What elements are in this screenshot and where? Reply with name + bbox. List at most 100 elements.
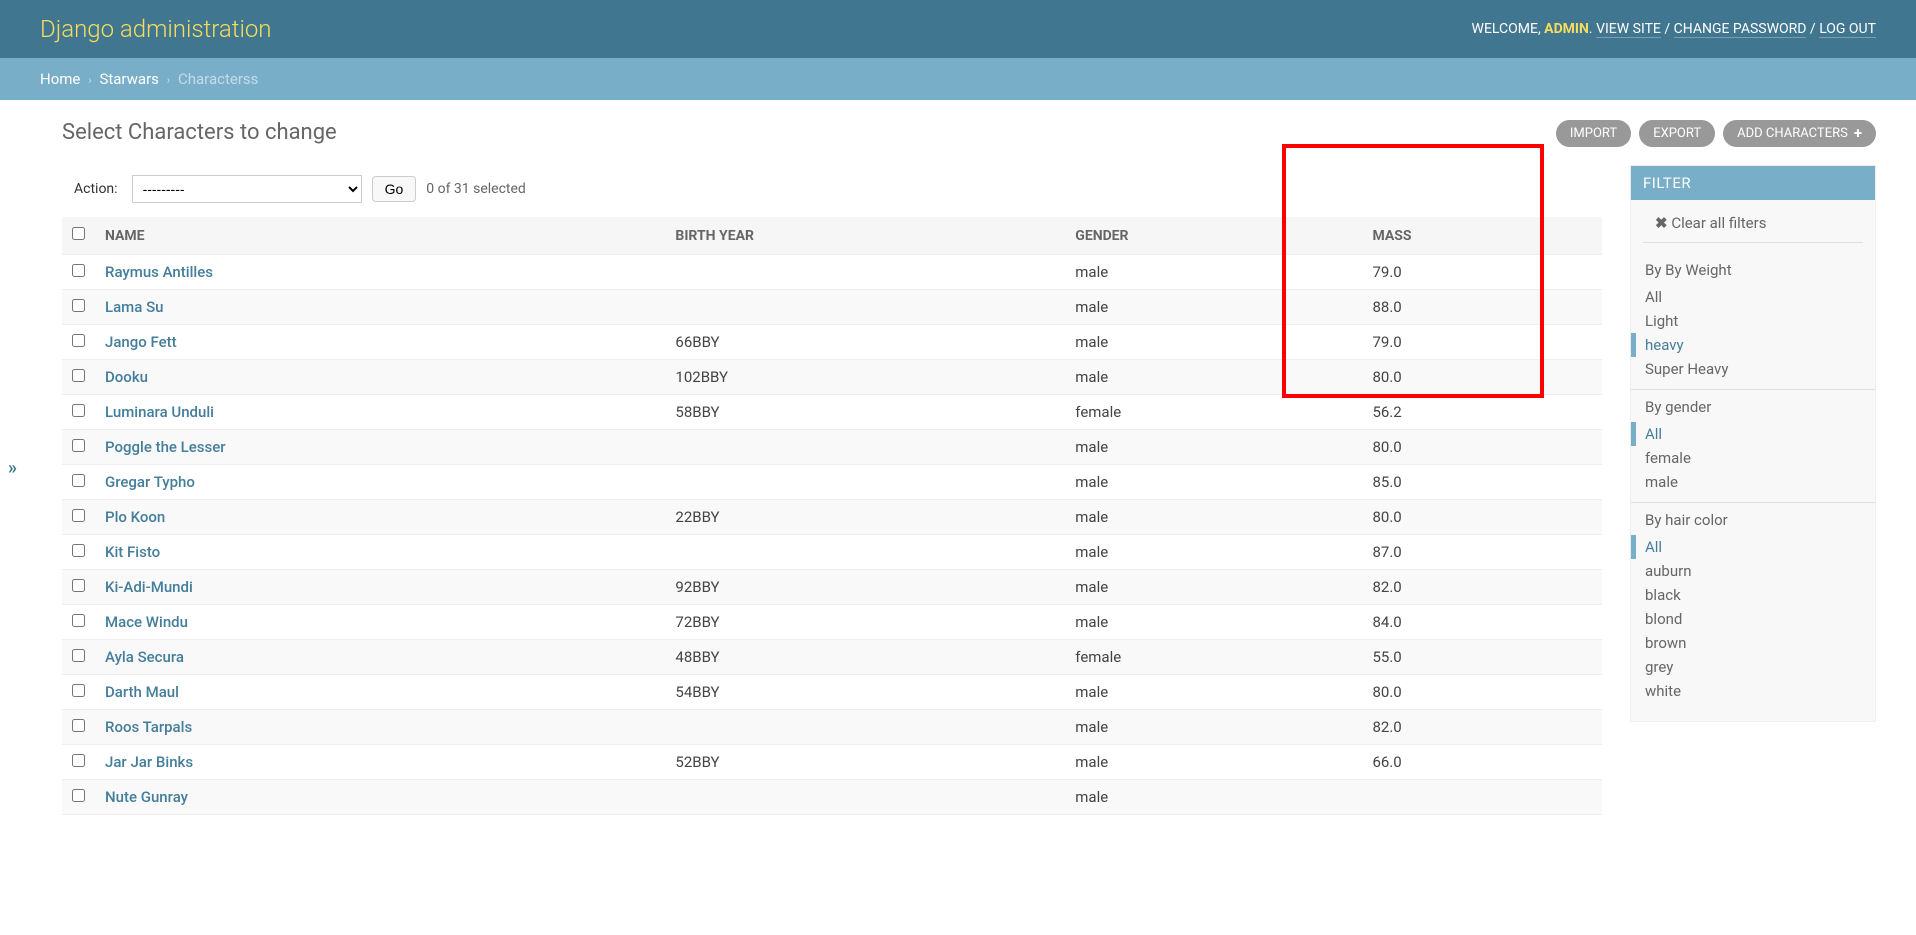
username: ADMIN: [1544, 21, 1589, 37]
object-link[interactable]: Roos Tarpals: [105, 718, 192, 736]
filter-option-link[interactable]: auburn: [1645, 561, 1861, 581]
object-link[interactable]: Ki-Adi-Mundi: [105, 578, 193, 596]
row-checkbox[interactable]: [72, 754, 85, 767]
cell-birth-year: [665, 255, 1065, 290]
cell-mass: 66.0: [1362, 745, 1602, 780]
filter-option: All: [1631, 535, 1875, 559]
table-row: Lama Sumale88.0: [62, 290, 1602, 325]
object-link[interactable]: Mace Windu: [105, 613, 188, 631]
cell-birth-year: [665, 465, 1065, 500]
object-link[interactable]: Ayla Secura: [105, 648, 184, 666]
breadcrumb-app[interactable]: Starwars: [99, 70, 158, 88]
column-mass[interactable]: MASS: [1362, 217, 1602, 255]
action-select[interactable]: ---------: [132, 175, 362, 203]
object-link[interactable]: Poggle the Lesser: [105, 438, 226, 456]
filter-option-link[interactable]: All: [1645, 287, 1861, 307]
cell-gender: male: [1065, 325, 1362, 360]
row-checkbox[interactable]: [72, 299, 85, 312]
table-row: Darth Maul54BBYmale80.0: [62, 675, 1602, 710]
sidebar-toggle-icon[interactable]: »: [8, 457, 17, 478]
filter-option: brown: [1631, 631, 1875, 655]
view-site-link[interactable]: VIEW SITE: [1596, 21, 1661, 38]
object-link[interactable]: Nute Gunray: [105, 788, 188, 806]
change-password-link[interactable]: CHANGE PASSWORD: [1674, 21, 1807, 38]
cell-mass: 82.0: [1362, 710, 1602, 745]
row-checkbox[interactable]: [72, 544, 85, 557]
object-link[interactable]: Raymus Antilles: [105, 263, 213, 281]
cell-gender: female: [1065, 640, 1362, 675]
filter-option-link[interactable]: heavy: [1645, 335, 1861, 355]
cell-mass: 87.0: [1362, 535, 1602, 570]
table-row: Jango Fett66BBYmale79.0: [62, 325, 1602, 360]
filter-option-link[interactable]: white: [1645, 681, 1861, 701]
clear-filters-link[interactable]: ✖ Clear all filters: [1643, 210, 1863, 243]
header-bar: Django administration WELCOME, ADMIN. VI…: [0, 0, 1916, 58]
filter-group-list: All auburn black blond brown grey white: [1631, 535, 1875, 703]
breadcrumb: Home › Starwars › Characterss: [0, 58, 1916, 100]
row-checkbox[interactable]: [72, 719, 85, 732]
filter-group-label: By gender: [1631, 389, 1875, 422]
row-checkbox[interactable]: [72, 264, 85, 277]
row-checkbox[interactable]: [72, 684, 85, 697]
object-link[interactable]: Dooku: [105, 368, 148, 386]
actions-bar: Action: --------- Go 0 of 31 selected: [62, 165, 1602, 217]
filter-option-link[interactable]: Light: [1645, 311, 1861, 331]
cell-mass: 80.0: [1362, 675, 1602, 710]
column-name[interactable]: NAME: [95, 217, 665, 255]
filter-option-link[interactable]: Super Heavy: [1645, 359, 1861, 379]
filter-option-link[interactable]: grey: [1645, 657, 1861, 677]
row-checkbox[interactable]: [72, 334, 85, 347]
logout-link[interactable]: LOG OUT: [1819, 21, 1876, 38]
filter-option: All: [1631, 422, 1875, 446]
select-all-checkbox[interactable]: [72, 227, 85, 240]
filter-title: FILTER: [1631, 166, 1875, 200]
export-button[interactable]: EXPORT: [1639, 120, 1715, 147]
cell-mass: 79.0: [1362, 325, 1602, 360]
row-checkbox[interactable]: [72, 649, 85, 662]
column-birth-year[interactable]: BIRTH YEAR: [665, 217, 1065, 255]
row-checkbox[interactable]: [72, 369, 85, 382]
object-link[interactable]: Gregar Typho: [105, 473, 195, 491]
row-checkbox[interactable]: [72, 474, 85, 487]
add-button[interactable]: ADD CHARACTERS +: [1723, 120, 1876, 147]
object-link[interactable]: Jango Fett: [105, 333, 177, 351]
welcome-text: WELCOME,: [1472, 21, 1545, 37]
cell-mass: [1362, 780, 1602, 815]
column-gender[interactable]: GENDER: [1065, 217, 1362, 255]
row-checkbox[interactable]: [72, 404, 85, 417]
table-row: Mace Windu72BBYmale84.0: [62, 605, 1602, 640]
row-checkbox[interactable]: [72, 509, 85, 522]
object-link[interactable]: Luminara Unduli: [105, 403, 214, 421]
breadcrumb-home[interactable]: Home: [40, 70, 80, 88]
object-link[interactable]: Kit Fisto: [105, 543, 160, 561]
object-link[interactable]: Jar Jar Binks: [105, 753, 193, 771]
filter-option-link[interactable]: black: [1645, 585, 1861, 605]
row-checkbox[interactable]: [72, 579, 85, 592]
go-button[interactable]: Go: [372, 176, 417, 202]
filter-option-link[interactable]: male: [1645, 472, 1861, 492]
cell-mass: 84.0: [1362, 605, 1602, 640]
filter-option-link[interactable]: brown: [1645, 633, 1861, 653]
filter-option-link[interactable]: female: [1645, 448, 1861, 468]
import-button[interactable]: IMPORT: [1556, 120, 1631, 147]
cell-birth-year: 72BBY: [665, 605, 1065, 640]
filter-option-link[interactable]: blond: [1645, 609, 1861, 629]
breadcrumb-sep: ›: [88, 73, 92, 87]
content-top: Select Characters to change IMPORT EXPOR…: [62, 120, 1876, 147]
cell-mass: 88.0: [1362, 290, 1602, 325]
filter-option-link[interactable]: All: [1645, 537, 1861, 557]
changelist: Action: --------- Go 0 of 31 selected NA…: [62, 165, 1602, 815]
object-link[interactable]: Plo Koon: [105, 508, 165, 526]
object-link[interactable]: Lama Su: [105, 298, 164, 316]
user-tools: WELCOME, ADMIN. VIEW SITE / CHANGE PASSW…: [1472, 21, 1876, 37]
row-checkbox[interactable]: [72, 614, 85, 627]
cell-birth-year: 58BBY: [665, 395, 1065, 430]
filter-option-link[interactable]: All: [1645, 424, 1861, 444]
results-table: NAME BIRTH YEAR GENDER MASS Raymus Antil…: [62, 217, 1602, 815]
object-link[interactable]: Darth Maul: [105, 683, 179, 701]
action-label: Action:: [74, 181, 118, 197]
filter-option: female: [1631, 446, 1875, 470]
row-checkbox[interactable]: [72, 439, 85, 452]
row-checkbox[interactable]: [72, 789, 85, 802]
cell-mass: 82.0: [1362, 570, 1602, 605]
